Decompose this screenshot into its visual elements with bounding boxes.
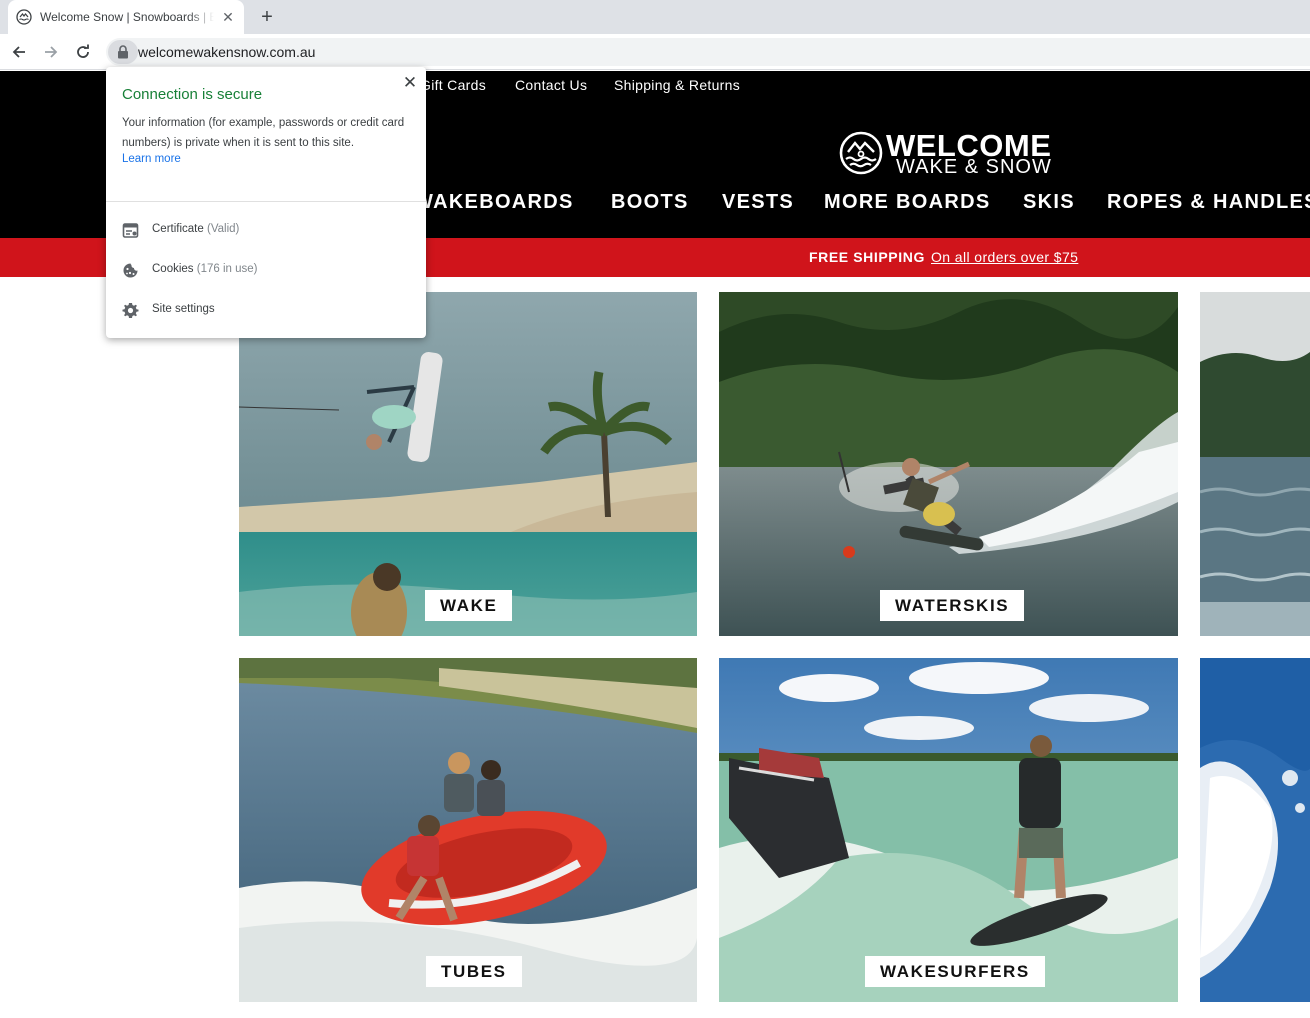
- certificate-label: Certificate: [152, 223, 204, 235]
- tile-label-wakesurfers[interactable]: WAKESURFERS: [865, 956, 1045, 987]
- reload-icon: [77, 44, 89, 58]
- nav-wakeboards[interactable]: WAKEBOARDS: [414, 191, 574, 214]
- partial-photo-1: [1200, 292, 1310, 636]
- wakesurfers-photo: [719, 658, 1178, 1002]
- category-tile-partial-2[interactable]: [1200, 658, 1310, 1002]
- tubes-photo: [239, 658, 697, 1002]
- lock-icon: [118, 45, 128, 59]
- popup-divider: [106, 201, 426, 202]
- promo-free-shipping: FREE SHIPPING: [809, 249, 925, 265]
- close-icon[interactable]: ✕: [402, 74, 418, 91]
- site-settings-label: Site settings: [152, 303, 215, 315]
- tile-label-wake[interactable]: WAKE: [425, 590, 513, 621]
- popup-title: Connection is secure: [122, 86, 263, 103]
- topnav-shipping-returns[interactable]: Shipping & Returns: [614, 77, 740, 93]
- tab-title: Welcome Snow | Snowboards | Bindings: [40, 10, 214, 24]
- new-tab-button[interactable]: +: [256, 6, 278, 28]
- tile-label-waterskis[interactable]: WATERSKIS: [880, 590, 1025, 621]
- nav-ropes-handles[interactable]: ROPES & HANDLES: [1107, 191, 1310, 214]
- address-bar[interactable]: welcomewakensnow.com.au: [106, 38, 1310, 66]
- learn-more-link[interactable]: Learn more: [122, 153, 181, 165]
- cookies-label: Cookies: [152, 263, 194, 275]
- certificate-status: (Valid): [206, 223, 240, 235]
- tab-close-icon[interactable]: ✕: [220, 9, 236, 25]
- forward-button[interactable]: [39, 40, 63, 64]
- url-text: welcomewakensnow.com.au: [138, 44, 316, 60]
- connection-info-popup: Connection is secure ✕ Your information …: [106, 67, 426, 338]
- promo-link[interactable]: On all orders over $75: [931, 249, 1078, 265]
- certificate-icon: [122, 223, 139, 238]
- topnav-gift-cards[interactable]: Gift Cards: [420, 77, 486, 93]
- certificate-row[interactable]: Certificate (Valid): [106, 210, 426, 250]
- tab-strip: Welcome Snow | Snowboards | Bindings ✕ +: [0, 0, 1310, 34]
- category-tile-waterskis[interactable]: WATERSKIS: [719, 292, 1178, 636]
- category-tile-wake[interactable]: WAKE: [239, 292, 697, 636]
- nav-skis[interactable]: SKIS: [1023, 191, 1075, 214]
- browser-tab[interactable]: Welcome Snow | Snowboards | Bindings ✕: [8, 0, 244, 34]
- category-tile-tubes[interactable]: TUBES: [239, 658, 697, 1002]
- category-tile-partial-1[interactable]: [1200, 292, 1310, 636]
- browser-toolbar: welcomewakensnow.com.au: [0, 34, 1310, 70]
- nav-vests[interactable]: VESTS: [722, 191, 794, 214]
- nav-boots[interactable]: BOOTS: [611, 191, 689, 214]
- site-info-button[interactable]: [108, 40, 138, 64]
- logo-text-wake-snow: WAKE & SNOW: [896, 156, 1052, 178]
- popup-description: Your information (for example, passwords…: [122, 117, 405, 149]
- site-settings-row[interactable]: Site settings: [106, 290, 426, 330]
- category-tile-wakesurfers[interactable]: WAKESURFERS: [719, 658, 1178, 1002]
- gear-icon: [122, 303, 139, 318]
- tile-label-tubes[interactable]: TUBES: [426, 956, 522, 987]
- partial-photo-2: [1200, 658, 1310, 1002]
- site-favicon-icon: [16, 9, 32, 25]
- cookies-row[interactable]: Cookies (176 in use): [106, 250, 426, 290]
- reload-button[interactable]: [71, 40, 95, 64]
- wake-photo: [239, 292, 697, 636]
- forward-arrow-icon: [45, 46, 58, 58]
- back-button[interactable]: [7, 40, 31, 64]
- topnav-contact-us[interactable]: Contact Us: [515, 77, 587, 93]
- nav-more-boards[interactable]: MORE BOARDS: [824, 191, 991, 214]
- cookies-count: (176 in use): [196, 263, 258, 275]
- site-logo[interactable]: WELCOME WAKE & SNOW: [838, 128, 1068, 178]
- cookie-icon: [123, 263, 138, 278]
- back-arrow-icon: [12, 46, 25, 58]
- logo-mark-icon: [839, 131, 883, 175]
- waterskis-photo: [719, 292, 1178, 636]
